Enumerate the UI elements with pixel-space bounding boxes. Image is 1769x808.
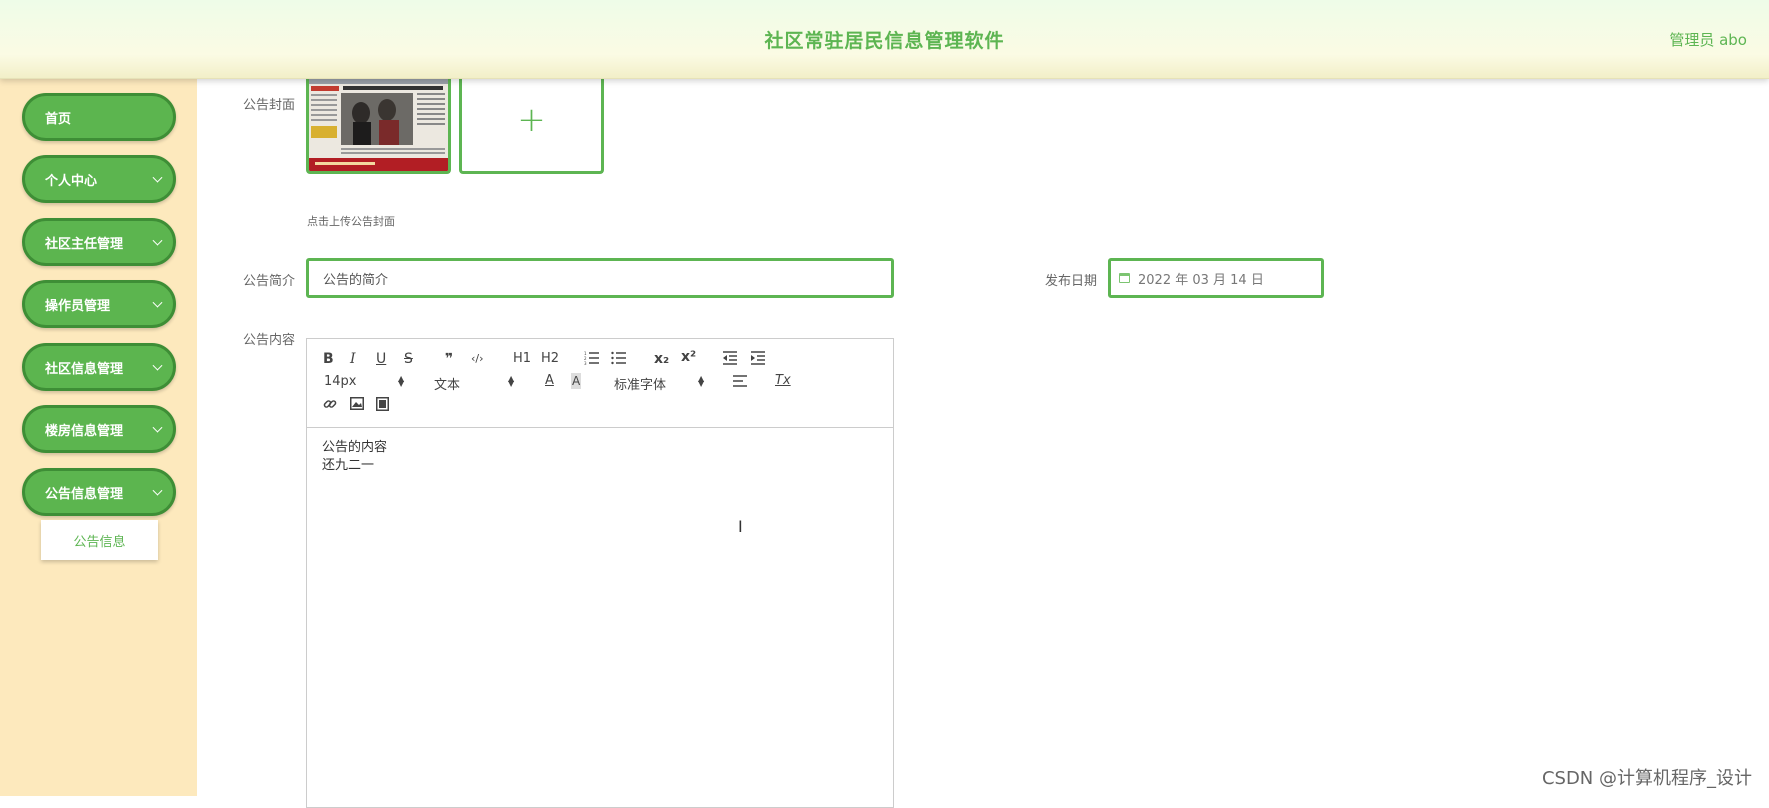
font-size-select[interactable]: 14px bbox=[324, 374, 357, 389]
sidebar: 首页 个人中心 社区主任管理 操作员管理 社区信息管理 楼房信息管理 公告信息管… bbox=[0, 78, 197, 796]
blockquote-button[interactable]: ❞ bbox=[445, 351, 453, 367]
plus-icon: + bbox=[517, 99, 546, 140]
code-block-button[interactable]: ‹/› bbox=[471, 351, 484, 367]
select-arrows-icon: ▲ ▼ bbox=[398, 374, 405, 388]
sidebar-item-home[interactable]: 首页 bbox=[22, 93, 176, 141]
chevron-down-icon bbox=[152, 485, 163, 496]
cover-thumbnail[interactable] bbox=[306, 78, 451, 174]
top-header: 社区常驻居民信息管理软件 管理员 abo bbox=[0, 0, 1769, 79]
h2-button[interactable]: H2 bbox=[541, 351, 559, 367]
font-color-icon[interactable]: A bbox=[545, 373, 554, 389]
ordered-list-icon[interactable]: 123 bbox=[584, 351, 600, 369]
date-value: 2022 年 03 月 14 日 bbox=[1138, 272, 1264, 288]
sidebar-item-label: 社区主任管理 bbox=[45, 236, 124, 252]
sidebar-item-director-management[interactable]: 社区主任管理 bbox=[22, 218, 176, 266]
header-select[interactable]: 文本 bbox=[434, 374, 460, 393]
user-menu[interactable]: 管理员 abo bbox=[1669, 29, 1747, 50]
sidebar-item-community-info[interactable]: 社区信息管理 bbox=[22, 343, 176, 391]
content-label: 公告内容 bbox=[242, 333, 295, 348]
app-title: 社区常驻居民信息管理软件 bbox=[764, 30, 1005, 52]
sidebar-item-notice-management[interactable]: 公告信息管理 bbox=[22, 468, 176, 516]
watermark: CSDN @计算机程序_设计 bbox=[1541, 768, 1752, 789]
date-label: 发布日期 bbox=[1044, 274, 1097, 289]
sidebar-item-operator-management[interactable]: 操作员管理 bbox=[22, 280, 176, 328]
indent-icon[interactable] bbox=[750, 351, 766, 369]
background-color-icon[interactable]: A bbox=[571, 373, 582, 389]
sidebar-item-building-info[interactable]: 楼房信息管理 bbox=[22, 405, 176, 453]
subscript-button[interactable]: x₂ bbox=[654, 351, 669, 367]
rich-text-editor: B I U S ❞ ‹/› H1 H2 123 x₂ x² 14px ▲ ▼ 文本… bbox=[306, 338, 894, 808]
summary-label: 公告简介 bbox=[242, 274, 295, 289]
bullet-list-icon[interactable] bbox=[611, 351, 627, 369]
sidebar-item-personal-center[interactable]: 个人中心 bbox=[22, 155, 176, 203]
publish-date-picker[interactable]: 2022 年 03 月 14 日 bbox=[1108, 258, 1324, 298]
sidebar-item-label: 个人中心 bbox=[45, 173, 98, 189]
editor-content[interactable]: 公告的内容 还九二一 bbox=[322, 439, 387, 475]
underline-button[interactable]: U bbox=[376, 351, 386, 367]
content-line: 公告的内容 bbox=[322, 440, 388, 455]
clear-format-button[interactable]: Tx bbox=[775, 373, 791, 389]
h1-button[interactable]: H1 bbox=[513, 351, 531, 367]
align-icon[interactable] bbox=[733, 375, 747, 391]
chevron-down-icon bbox=[152, 360, 163, 371]
cover-label: 公告封面 bbox=[242, 98, 295, 113]
sidebar-subitem-notice-info[interactable]: 公告信息 bbox=[41, 520, 158, 560]
chevron-down-icon bbox=[152, 297, 163, 308]
strike-button[interactable]: S bbox=[404, 351, 413, 367]
italic-button[interactable]: I bbox=[350, 351, 356, 367]
sidebar-item-label: 楼房信息管理 bbox=[45, 423, 124, 439]
superscript-button[interactable]: x² bbox=[681, 349, 696, 365]
chevron-down-icon bbox=[152, 235, 163, 246]
image-icon[interactable] bbox=[350, 397, 364, 414]
content-line: 还九二一 bbox=[322, 458, 375, 473]
bold-button[interactable]: B bbox=[323, 351, 334, 367]
calendar-icon bbox=[1119, 273, 1130, 283]
svg-text:3: 3 bbox=[584, 361, 587, 365]
chevron-down-icon bbox=[152, 172, 163, 183]
sidebar-item-label: 首页 bbox=[45, 111, 72, 127]
summary-input[interactable]: 公告的简介 bbox=[306, 258, 894, 298]
sidebar-item-label: 社区信息管理 bbox=[45, 361, 124, 377]
editor-toolbar: B I U S ❞ ‹/› H1 H2 123 x₂ x² 14px ▲ ▼ 文本… bbox=[307, 339, 893, 428]
outdent-icon[interactable] bbox=[722, 351, 738, 369]
link-icon[interactable] bbox=[323, 397, 337, 415]
chevron-down-icon bbox=[152, 422, 163, 433]
select-arrows-icon: ▲ ▼ bbox=[508, 374, 515, 388]
text-cursor-icon: I bbox=[738, 517, 743, 536]
newspaper-image bbox=[309, 78, 448, 171]
sidebar-item-label: 操作员管理 bbox=[45, 298, 111, 314]
font-family-select[interactable]: 标准字体 bbox=[614, 374, 666, 393]
summary-input-value: 公告的简介 bbox=[323, 272, 389, 288]
upload-hint: 点击上传公告封面 bbox=[307, 215, 395, 228]
sidebar-item-label: 公告信息管理 bbox=[45, 486, 124, 502]
select-arrows-icon: ▲ ▼ bbox=[698, 374, 705, 388]
upload-cover-button[interactable]: + bbox=[459, 78, 604, 174]
video-icon[interactable] bbox=[376, 397, 389, 415]
